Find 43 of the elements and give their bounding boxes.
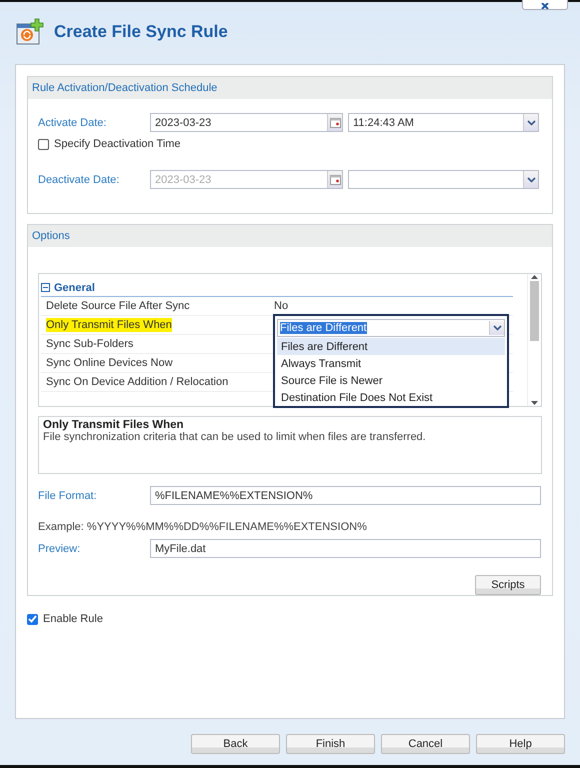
collapse-icon[interactable]	[41, 283, 50, 292]
field-label: Activate Date:	[38, 116, 108, 128]
group-title: General	[54, 282, 95, 294]
scroll-down-icon[interactable]	[531, 401, 538, 406]
input-field[interactable]: MyFile.dat	[150, 539, 541, 558]
section-title: Options	[28, 225, 552, 247]
property-name[interactable]: Only Transmit Files When	[46, 318, 172, 332]
checkbox-label: Enable Rule	[43, 613, 103, 625]
scroll-up-icon[interactable]	[531, 274, 538, 279]
window-title: Create File Sync Rule	[54, 22, 228, 42]
time-dropdown[interactable]: 11:24:43 AM	[348, 113, 539, 132]
checkbox[interactable]	[38, 138, 49, 150]
property-name[interactable]: Sync Online Devices Now	[46, 356, 173, 370]
input-field[interactable]: %FILENAME%%EXTENSION%	[150, 486, 541, 505]
dropdown-option[interactable]: Files are Different	[277, 338, 505, 355]
checkbox-label: Specify Deactivation Time	[54, 138, 181, 150]
property-name[interactable]: Sync On Device Addition / Relocation	[46, 375, 228, 389]
example-text: Example: %YYYY%%MM%%DD%%FILENAME%%EXTENSION%	[37, 521, 368, 533]
dialog-button[interactable]: Finish	[286, 734, 375, 754]
caret-icon[interactable]	[489, 321, 504, 335]
description-title: Only Transmit Files When	[43, 419, 185, 431]
checkbox[interactable]	[27, 614, 38, 624]
field-label: Deactivate Date:	[38, 174, 120, 186]
sync-file-icon	[16, 18, 44, 46]
description-text: File synchronization criteria that can be used to limit when files are transferred.	[43, 431, 427, 443]
dialog-button[interactable]: Back	[191, 734, 280, 754]
property-name[interactable]: Sync Sub-Folders	[46, 337, 134, 351]
caret-icon[interactable]	[523, 114, 538, 131]
date-field[interactable]: 2023-03-23	[150, 113, 343, 132]
field-label: File Format:	[38, 490, 98, 502]
section-title: Rule Activation/Deactivation Schedule	[28, 77, 552, 99]
scripts-button[interactable]: Scripts	[475, 575, 541, 595]
close-button[interactable]	[522, 0, 568, 10]
scrollbar[interactable]	[527, 274, 541, 406]
select-field[interactable]: Files are Different	[277, 319, 505, 337]
property-name[interactable]: Delete Source File After Sync	[46, 299, 190, 313]
field-label: Preview:	[38, 542, 82, 554]
calendar-icon[interactable]	[327, 114, 342, 131]
caret-icon[interactable]	[523, 171, 538, 188]
dialog-button[interactable]: Cancel	[381, 734, 470, 754]
close-icon[interactable]	[540, 3, 550, 9]
property-value[interactable]: No	[274, 300, 288, 312]
dialog-button[interactable]: Help	[476, 734, 565, 754]
